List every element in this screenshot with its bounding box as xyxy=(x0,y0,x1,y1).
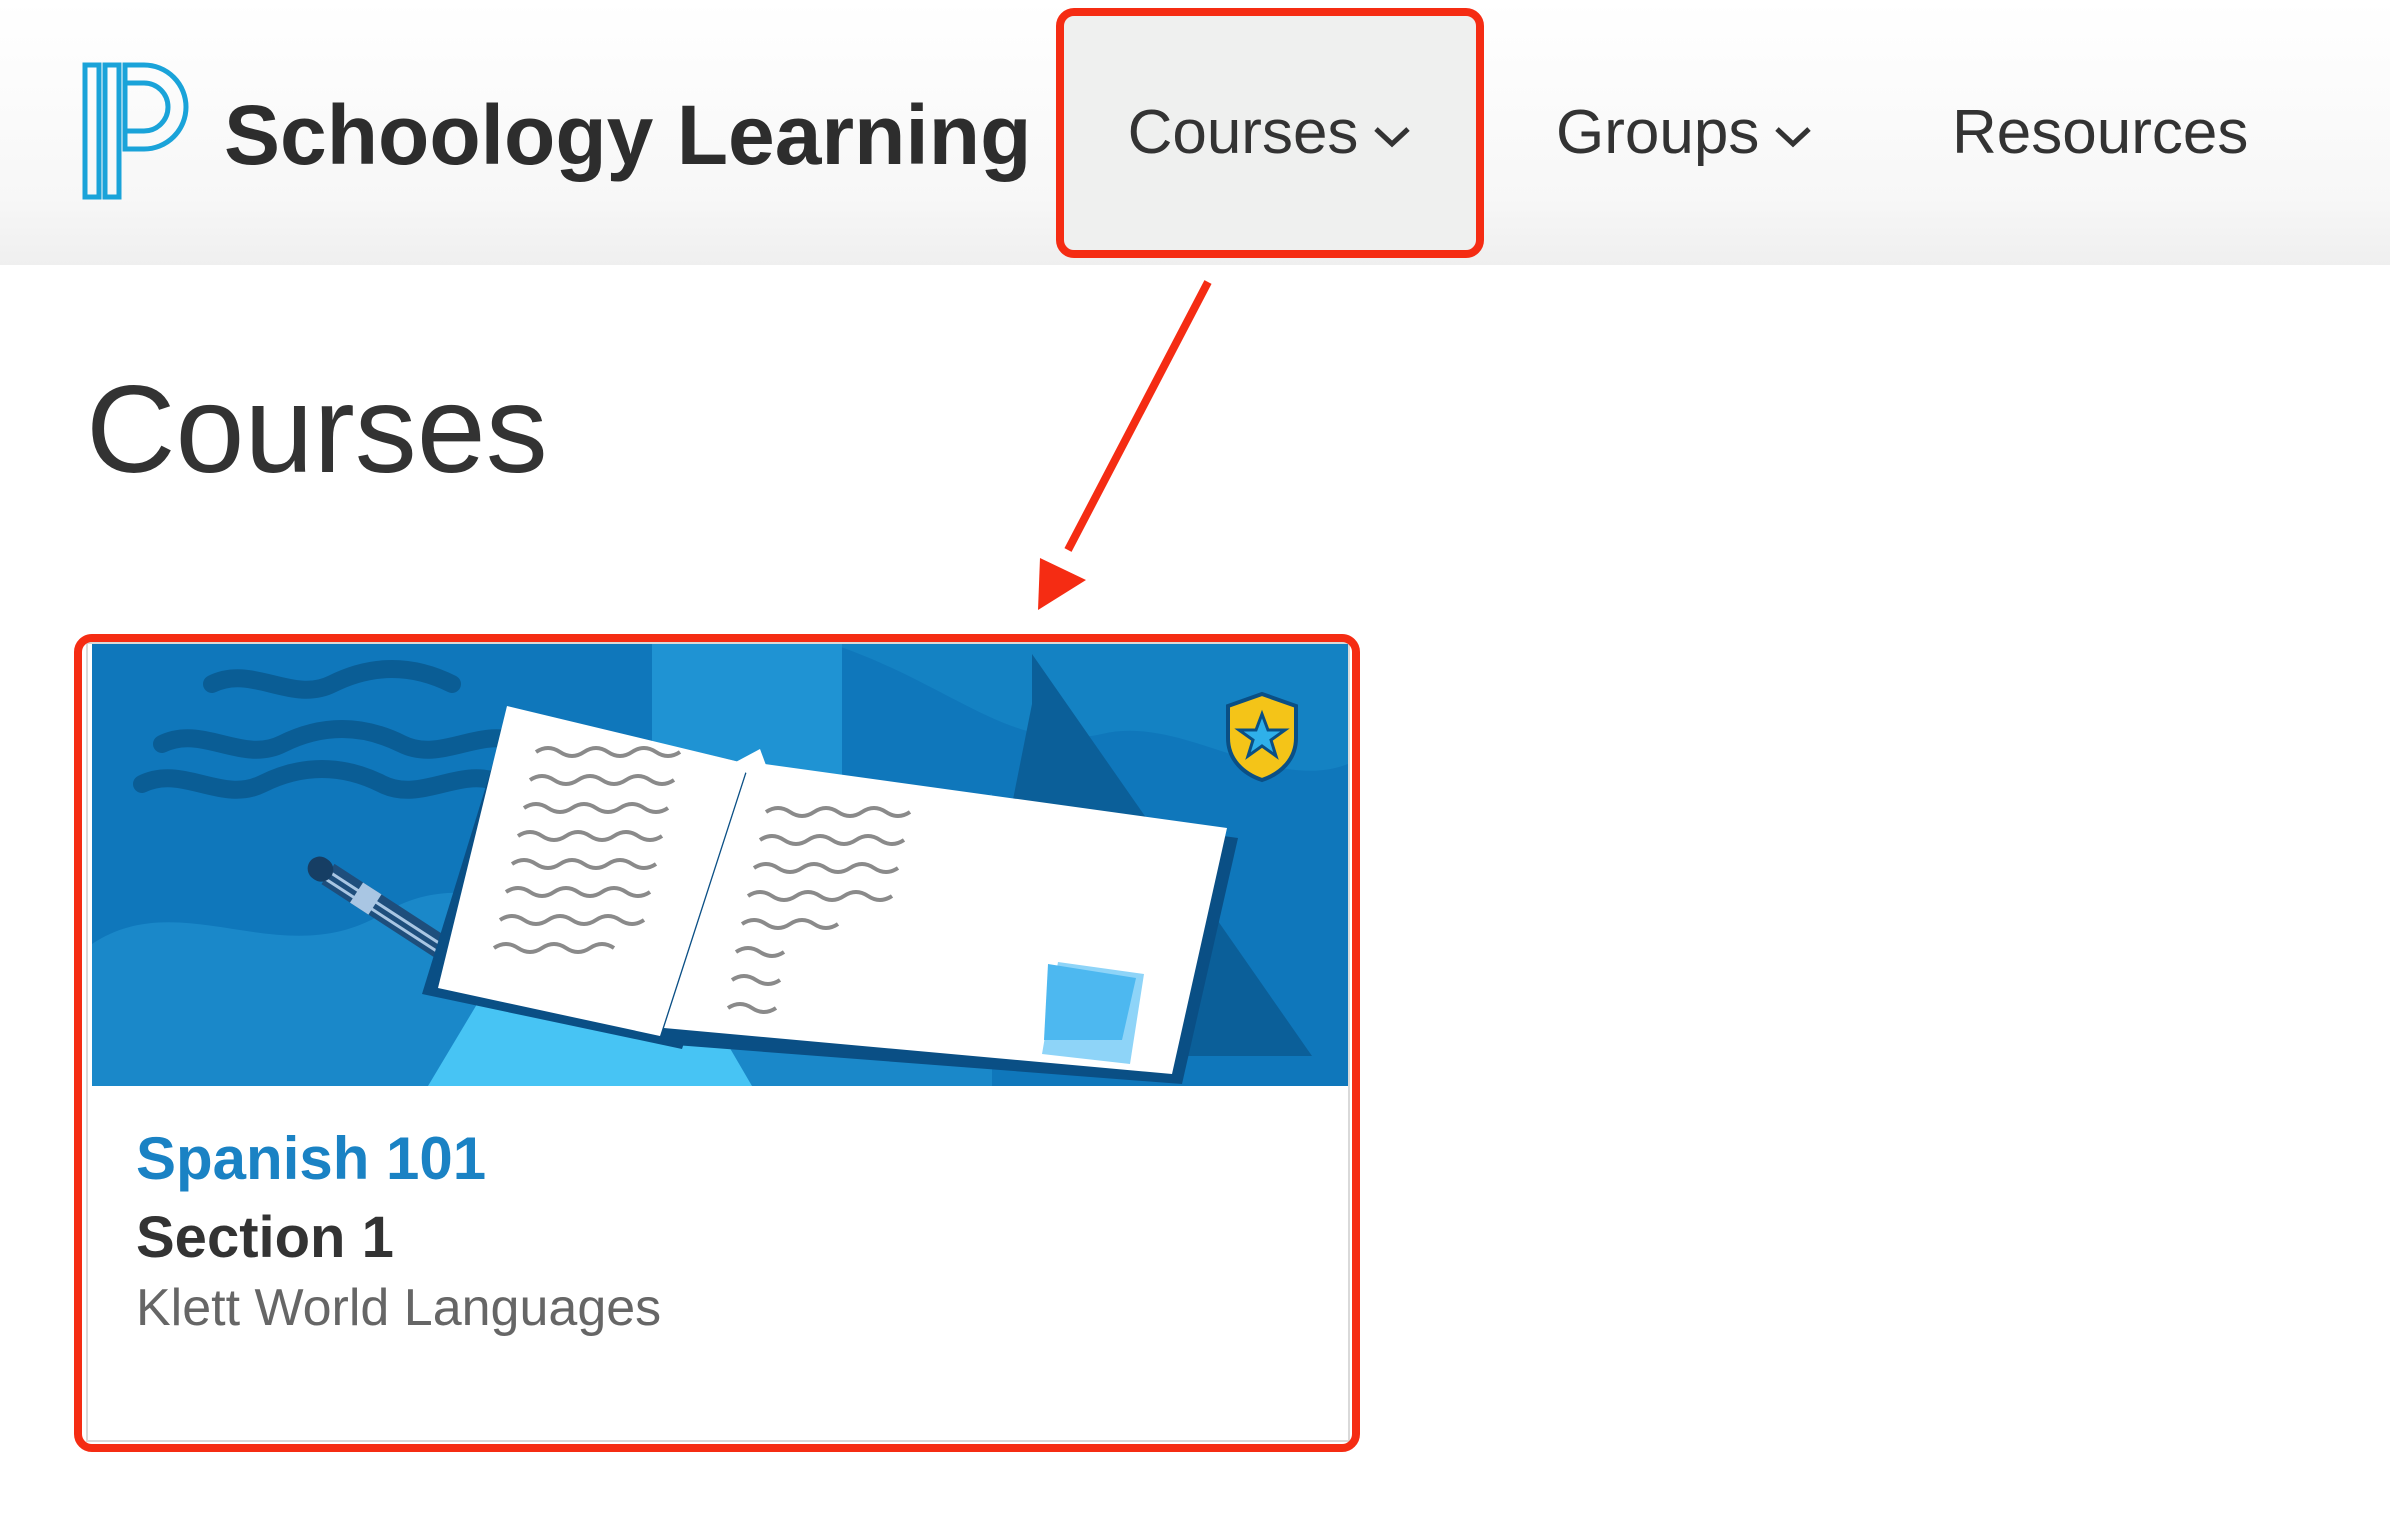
course-card-image xyxy=(92,644,1348,1086)
powerschool-logo-icon[interactable] xyxy=(82,62,190,200)
course-organization: Klett World Languages xyxy=(136,1279,662,1337)
nav-groups-label: Groups xyxy=(1556,98,1760,167)
chevron-down-icon xyxy=(1372,124,1412,150)
course-card[interactable]: Spanish 101 Section 1 Klett World Langua… xyxy=(86,642,1350,1442)
page-title: Courses xyxy=(86,361,548,499)
course-section: Section 1 xyxy=(136,1205,394,1270)
top-navigation-bar: Schoology Learning Courses Groups Resour… xyxy=(0,0,2390,265)
nav-resources[interactable]: Resources xyxy=(1952,14,2248,252)
chevron-down-icon xyxy=(1773,124,1813,150)
brand-name[interactable]: Schoology Learning xyxy=(224,80,1031,190)
shield-star-icon xyxy=(1222,690,1302,784)
course-title-link[interactable]: Spanish 101 xyxy=(136,1124,486,1193)
nav-groups[interactable]: Groups xyxy=(1556,14,1813,252)
nav-courses[interactable]: Courses xyxy=(1060,14,1480,252)
nav-courses-label: Courses xyxy=(1127,98,1359,167)
nav-resources-label: Resources xyxy=(1952,98,2249,167)
